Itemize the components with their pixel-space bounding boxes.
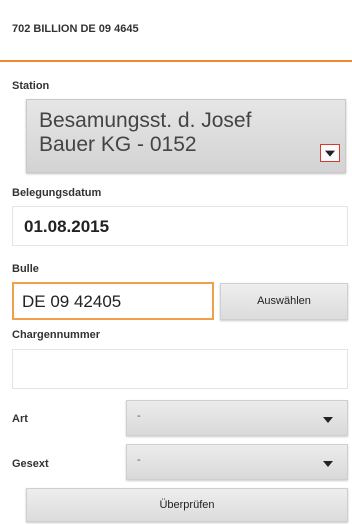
station-dropdown-button[interactable]	[320, 144, 340, 162]
gesext-value: -	[137, 454, 141, 466]
belegungsdatum-value: 01.08.2015	[24, 217, 110, 236]
gesext-select[interactable]: -	[126, 444, 348, 480]
chevron-down-icon	[323, 417, 333, 423]
bulle-input[interactable]: DE 09 42405	[12, 282, 214, 320]
station-label: Station	[12, 80, 50, 92]
station-value-line1: Besamungsst. d. Josef	[39, 109, 252, 132]
station-select[interactable]: Besamungsst. d. Josef Bauer KG - 0152	[26, 99, 346, 173]
chevron-down-icon	[323, 461, 333, 467]
art-select[interactable]: -	[126, 400, 348, 436]
art-label: Art	[12, 413, 28, 425]
station-value: Besamungsst. d. Josef Bauer KG - 0152	[39, 109, 289, 157]
belegungsdatum-field[interactable]: 01.08.2015	[12, 206, 348, 246]
chargennummer-label: Chargennummer	[12, 329, 101, 341]
bulle-value: DE 09 42405	[22, 292, 122, 311]
auswaehlen-button[interactable]: Auswählen	[220, 283, 348, 320]
app-header: 702 BILLION DE 09 4645	[0, 0, 352, 62]
bulle-label: Bulle	[12, 263, 39, 275]
ueberpruefen-button[interactable]: Überprüfen	[26, 488, 348, 522]
chevron-down-icon	[325, 150, 335, 157]
animal-title: 702 BILLION DE 09 4645	[12, 23, 139, 35]
belegungsdatum-label: Belegungsdatum	[12, 187, 102, 199]
gesext-label: Gesext	[12, 458, 49, 470]
chargennummer-input[interactable]	[12, 349, 348, 389]
station-value-line2: Bauer KG - 0152	[39, 133, 197, 156]
art-value: -	[137, 410, 141, 422]
